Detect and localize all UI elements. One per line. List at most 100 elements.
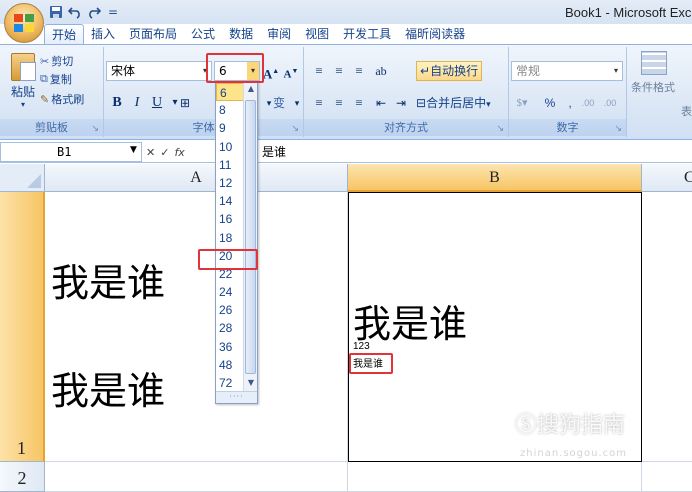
redo-icon[interactable] (86, 4, 102, 20)
tab-insert[interactable]: 插入 (84, 24, 122, 44)
align-bottom-icon[interactable]: ≡ (350, 61, 368, 81)
chevron-down-icon[interactable]: ▾ (486, 100, 491, 110)
alignment-launcher-icon[interactable]: ↘ (496, 124, 504, 134)
font-size-option[interactable]: 48 (216, 356, 244, 374)
qat-customize-icon[interactable]: = (105, 4, 121, 20)
cell-b2[interactable] (348, 462, 642, 492)
underline-button[interactable]: U (148, 93, 166, 113)
save-icon[interactable] (48, 4, 64, 20)
cell-c2[interactable] (642, 462, 692, 492)
insert-function-icon[interactable]: fx (174, 146, 184, 159)
font-size-option[interactable]: 10 (216, 138, 244, 156)
name-box[interactable]: B1 (0, 142, 142, 162)
font-size-option[interactable]: 6 (216, 83, 244, 102)
font-size-option-hover[interactable]: 20 (216, 247, 244, 265)
conditional-format-label[interactable]: 条件格式 (631, 79, 675, 95)
align-middle-icon[interactable]: ≡ (330, 61, 348, 81)
font-size-option[interactable]: 16 (216, 210, 244, 228)
font-size-option[interactable]: 26 (216, 301, 244, 319)
comma-button[interactable]: , (561, 93, 579, 113)
tab-formulas[interactable]: 公式 (184, 24, 222, 44)
align-left-icon[interactable]: ≡ (310, 93, 328, 113)
formula-input[interactable]: 是谁 (262, 143, 286, 161)
number-launcher-icon[interactable]: ↘ (614, 124, 622, 134)
resize-grip-icon[interactable]: ···· (216, 391, 257, 403)
column-header-b[interactable]: B (348, 164, 642, 192)
font-size-scrollbar[interactable]: ▲ ▼ (243, 82, 257, 392)
chevron-down-icon[interactable]: ▾ (247, 62, 259, 80)
row-header-2[interactable]: 2 (0, 462, 45, 492)
select-all-corner[interactable] (0, 164, 45, 192)
tab-page-layout[interactable]: 页面布局 (122, 24, 184, 44)
align-center-icon[interactable]: ≡ (330, 93, 348, 113)
merge-center-button[interactable]: ⊟合并后居中▾ (416, 93, 491, 113)
font-size-combo[interactable]: 6 ▾ (214, 61, 260, 81)
scroll-thumb[interactable] (245, 100, 256, 374)
bold-button[interactable]: B (108, 93, 126, 113)
copy-button[interactable]: ⧉ 复制 (40, 71, 72, 87)
tab-home[interactable]: 开始 (44, 24, 85, 44)
decrease-indent-icon[interactable]: ⇤ (372, 93, 390, 113)
font-size-option[interactable]: 14 (216, 192, 244, 210)
font-size-option[interactable]: 36 (216, 338, 244, 356)
percent-button[interactable]: % (541, 93, 559, 113)
font-size-option[interactable]: 12 (216, 174, 244, 192)
tab-view[interactable]: 视图 (298, 24, 336, 44)
decrease-decimal-button[interactable]: .00 (601, 93, 619, 113)
font-size-option[interactable]: 22 (216, 265, 244, 283)
format-painter-button[interactable]: ✎ 格式刷 (40, 91, 84, 107)
chevron-down-icon[interactable]: ▾ (199, 62, 211, 80)
paste-icon (11, 53, 36, 81)
chevron-down-icon[interactable]: ▼ (130, 145, 137, 155)
clipboard-launcher-icon[interactable]: ↘ (91, 124, 99, 134)
office-logo-icon (14, 14, 34, 32)
font-size-option[interactable]: 11 (216, 156, 244, 174)
tab-review[interactable]: 审阅 (260, 24, 298, 44)
font-size-option[interactable]: 8 (216, 101, 244, 119)
number-format-combo[interactable]: 常规 ▾ (511, 61, 623, 81)
italic-button[interactable]: I (128, 93, 146, 113)
row-header-1[interactable]: 1 (0, 192, 45, 462)
format-as-table-label[interactable]: 表 (681, 103, 692, 119)
paste-dropdown-icon[interactable]: ▾ (8, 100, 38, 109)
currency-icon[interactable]: $▾ (513, 93, 531, 113)
confirm-icon[interactable]: ✓ (160, 146, 169, 159)
scroll-down-icon[interactable]: ▼ (246, 378, 256, 387)
border-icon[interactable]: ⊞ (176, 93, 194, 113)
font-size-option[interactable]: 24 (216, 283, 244, 301)
font-launcher-icon[interactable]: ↘ (291, 124, 299, 134)
cell-a1[interactable]: 我是谁 我是谁 (45, 192, 348, 462)
scroll-up-icon[interactable]: ▲ (246, 84, 256, 93)
column-header-c[interactable]: C (642, 164, 692, 192)
conditional-format-icon[interactable] (641, 51, 667, 75)
font-size-option[interactable]: 28 (216, 319, 244, 337)
cell-b1-large-text: 我是谁 (353, 302, 468, 346)
font-size-option[interactable]: 72 (216, 374, 244, 392)
column-header-a[interactable]: A (45, 164, 348, 192)
row-number-1: 1 (17, 438, 26, 458)
font-size-option[interactable]: 9 (216, 119, 244, 137)
tab-foxit-reader[interactable]: 福昕阅读器 (398, 24, 472, 44)
font-name-combo[interactable]: 宋体 ▾ (106, 61, 212, 81)
cancel-icon[interactable]: ✕ (146, 146, 155, 159)
cell-c1[interactable] (642, 192, 692, 462)
office-button[interactable] (4, 3, 44, 43)
increase-decimal-button[interactable]: .00 (579, 93, 597, 113)
tab-data[interactable]: 数据 (222, 24, 260, 44)
increase-indent-icon[interactable]: ⇥ (392, 93, 410, 113)
paste-button[interactable]: 粘贴 ▾ (8, 51, 38, 109)
cell-a2[interactable] (45, 462, 348, 492)
wrap-text-button[interactable]: ↵自动换行 (416, 61, 483, 81)
grow-font-button[interactable]: A▲ (262, 61, 280, 81)
undo-icon[interactable] (67, 4, 83, 20)
align-right-icon[interactable]: ≡ (350, 93, 368, 113)
font-size-option[interactable]: 18 (216, 229, 244, 247)
orientation-icon[interactable]: ab (372, 61, 390, 81)
phonetic-button[interactable]: 变 (270, 93, 288, 113)
tab-developer[interactable]: 开发工具 (336, 24, 398, 44)
title-bar: = Book1 - Microsoft Exce (0, 0, 692, 43)
chevron-down-icon[interactable]: ▾ (610, 62, 622, 80)
shrink-font-button[interactable]: A▼ (282, 61, 300, 81)
cut-button[interactable]: ✂ 剪切 (40, 53, 73, 69)
align-top-icon[interactable]: ≡ (310, 61, 328, 81)
